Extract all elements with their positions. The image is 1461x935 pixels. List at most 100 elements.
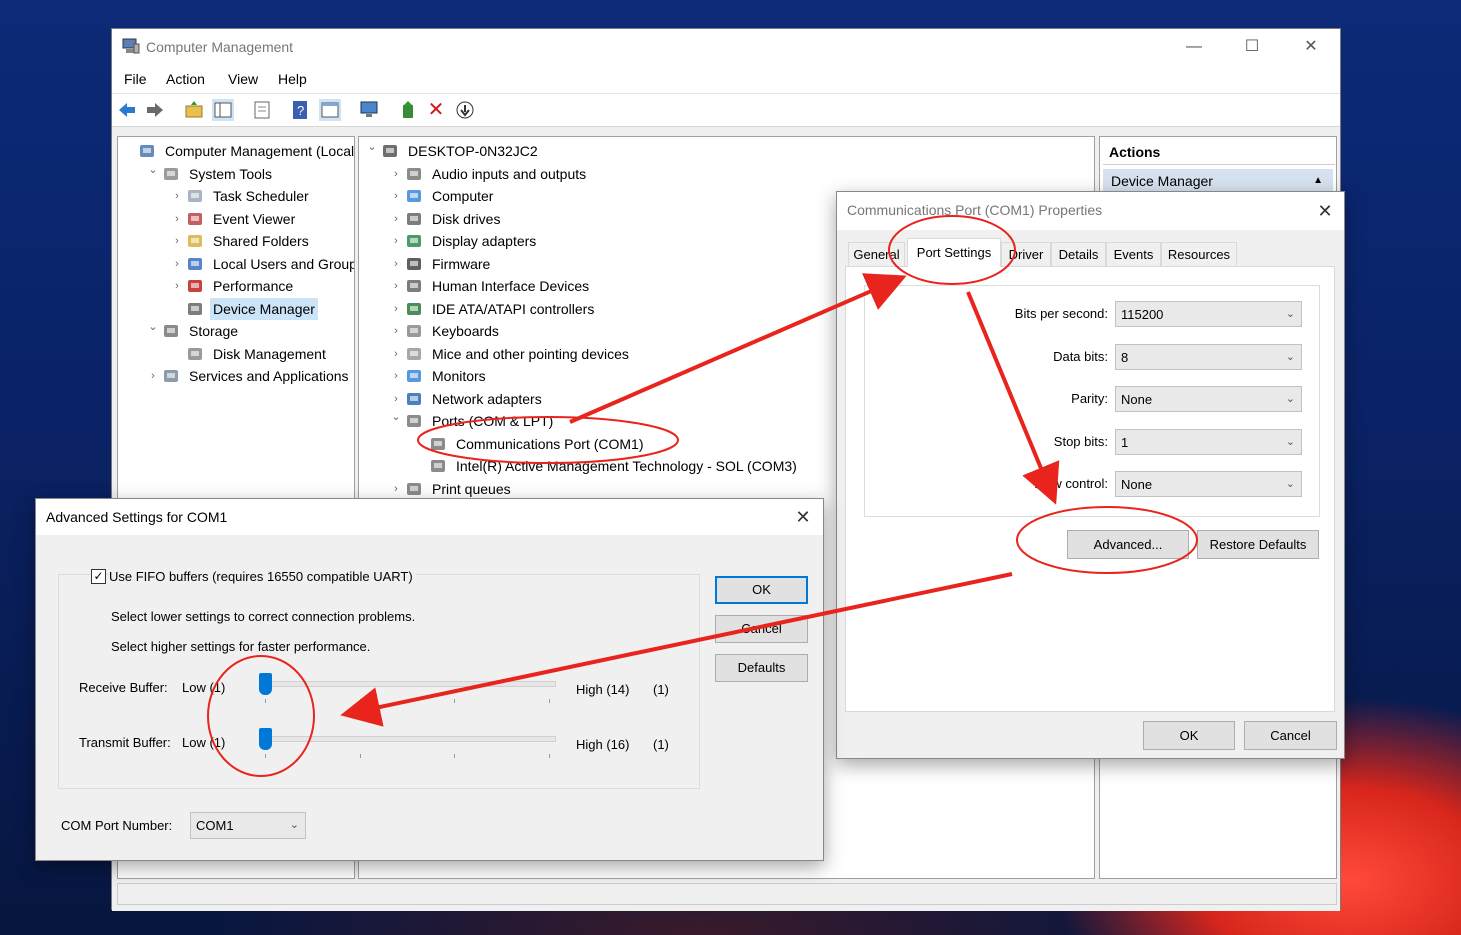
users-icon [186,255,204,273]
tree-item-label: IDE ATA/ATAPI controllers [432,300,595,317]
receive-slider-thumb[interactable] [259,673,272,695]
computer-monitor-icon[interactable] [358,99,380,121]
show-hide-tree-icon[interactable] [212,99,234,121]
tab-port-settings[interactable]: Port Settings [907,238,1001,267]
menu-action[interactable]: Action [166,71,205,87]
field-select[interactable]: 8 ⌄ [1115,343,1302,370]
tab-events[interactable]: Events [1106,242,1161,266]
toolbar: ? ✕ [112,93,1340,127]
field-select-value: None [1121,477,1153,492]
back-arrow-icon[interactable] [116,99,138,121]
close-button[interactable]: ✕ [1288,33,1334,61]
up-folder-icon[interactable] [183,99,205,121]
slider-tick [454,699,455,703]
collapse-chevron-icon[interactable]: › [170,208,184,230]
close-icon[interactable]: ✕ [788,504,818,530]
expand-chevron-icon[interactable]: ⌄ [389,406,403,428]
collapse-chevron-icon[interactable]: › [389,275,403,297]
tree-item-label: Intel(R) Active Management Technology - … [456,458,797,474]
tab-resources[interactable]: Resources [1161,242,1237,266]
com-port-number-select[interactable]: COM1 ⌄ [190,812,306,839]
console-view-icon[interactable] [319,99,341,121]
expand-chevron-icon[interactable]: ⌄ [365,137,379,158]
transmit-slider-track[interactable] [263,736,556,742]
tree-item-label: Disk drives [432,210,501,227]
collapse-chevron-icon[interactable]: › [389,163,403,185]
defaults-button[interactable]: Defaults [715,654,808,682]
collapse-chevron-icon[interactable]: › [389,208,403,230]
close-icon[interactable]: ✕ [1310,198,1340,224]
ok-button[interactable]: OK [715,576,808,604]
minimize-button[interactable]: — [1171,33,1217,61]
collapse-chevron-icon[interactable]: › [389,343,403,365]
speaker-icon [405,165,423,183]
advanced-button[interactable]: Advanced... [1067,530,1189,559]
cancel-button[interactable]: Cancel [1244,721,1337,750]
chevron-down-icon: ⌄ [1285,308,1295,320]
maximize-button[interactable]: ☐ [1229,33,1275,61]
collapse-chevron-icon[interactable]: › [389,320,403,342]
tab-details[interactable]: Details [1051,242,1106,266]
shared-folder-icon [186,232,204,250]
port-icon [429,457,447,475]
uninstall-icon[interactable]: ✕ [425,99,447,121]
collapse-chevron-icon[interactable]: › [146,365,160,387]
monitor-icon [405,187,423,205]
expand-chevron-icon[interactable]: ⌄ [146,316,160,338]
cancel-button[interactable]: Cancel [715,615,808,643]
tree-item-label: Disk Management [213,345,326,362]
fifo-checkbox[interactable]: ✓ [91,569,106,584]
collapse-chevron-icon[interactable]: › [389,230,403,252]
menu-file[interactable]: File [124,71,147,87]
collapse-chevron-icon[interactable]: › [170,230,184,252]
dialog-title-bar[interactable]: Communications Port (COM1) Properties ✕ [837,192,1344,230]
tab-driver[interactable]: Driver [1001,242,1051,266]
device-manager-icon [186,300,204,318]
display-adapter-icon [405,232,423,250]
field-select[interactable]: None ⌄ [1115,471,1302,497]
receive-buffer-label: Receive Buffer: [79,680,168,695]
desktop-computer-icon [381,142,399,160]
collapse-chevron-icon[interactable]: › [389,253,403,275]
tab-general[interactable]: General [848,242,905,266]
collapse-chevron-icon[interactable]: › [170,185,184,207]
collapse-arrow-icon[interactable]: ▲ [1313,169,1323,193]
collapse-chevron-icon[interactable]: › [389,298,403,320]
status-bar [117,883,1337,905]
tree-item-label: Network adapters [432,390,542,407]
tree-item-label: Display adapters [432,233,537,249]
actions-device-manager[interactable]: Device Manager ▲ [1103,169,1333,193]
scan-hardware-icon[interactable] [454,99,476,121]
transmit-slider-thumb[interactable] [259,728,272,750]
collapse-chevron-icon[interactable]: › [389,365,403,387]
menu-help[interactable]: Help [278,71,307,87]
transmit-high-label: High (16) [576,737,630,752]
tree-item-label: Event Viewer [213,210,296,227]
tree-item-label: System Tools [189,165,272,182]
field-select[interactable]: None ⌄ [1115,386,1302,412]
tree-item-label: Audio inputs and outputs [432,165,587,182]
help-icon[interactable]: ? [289,99,311,121]
menu-view[interactable]: View [228,71,258,87]
services-icon [162,367,180,385]
collapse-chevron-icon[interactable]: › [170,275,184,297]
title-bar[interactable]: Computer Management — ☐ ✕ [112,29,1340,63]
receive-high-label: High (14) [576,682,630,697]
field-select[interactable]: 1 ⌄ [1115,428,1302,455]
collapse-chevron-icon[interactable]: › [389,185,403,207]
receive-slider-track[interactable] [263,681,556,687]
collapse-chevron-icon[interactable]: › [170,253,184,275]
expand-chevron-icon[interactable]: ⌄ [146,159,160,181]
performance-icon [186,277,204,295]
update-driver-icon[interactable] [398,99,420,121]
field-select[interactable]: 115200 ⌄ [1115,301,1302,327]
ok-button[interactable]: OK [1143,721,1235,750]
properties-icon[interactable] [251,99,273,121]
firmware-icon [405,255,423,273]
system-tools-icon [162,165,180,183]
advanced-dialog-title-bar[interactable]: Advanced Settings for COM1 ✕ [36,499,823,535]
collapse-chevron-icon[interactable]: › [389,478,403,500]
restore-defaults-button[interactable]: Restore Defaults [1197,530,1319,559]
forward-arrow-icon[interactable] [144,99,166,121]
receive-low-label: Low (1) [182,680,226,695]
